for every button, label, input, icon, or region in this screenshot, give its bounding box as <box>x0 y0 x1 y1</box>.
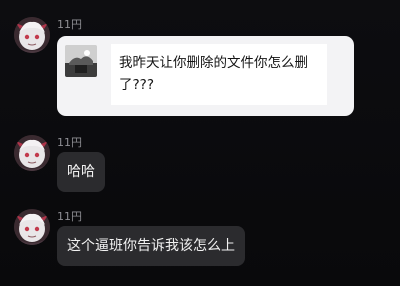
avatar[interactable] <box>14 135 50 171</box>
quote-card-content: 我昨天让你删除的文件你怎么删了??? <box>111 44 327 105</box>
message-bubble[interactable]: 哈哈 <box>57 152 105 192</box>
sender-name: 11円 <box>57 18 82 31</box>
quote-card-bubble[interactable]: 我昨天让你删除的文件你怎么删了??? <box>57 36 354 116</box>
avatar[interactable] <box>14 209 50 245</box>
message-row: 11円 我昨天让你删除的文件你怎么删了??? <box>0 0 400 125</box>
message-row: 11円 哈哈 <box>0 125 400 205</box>
message-row: 11円 这个逼班你告诉我该怎么上 <box>0 205 400 286</box>
chat-window: 11円 我昨天让你删除的文件你怎么删了??? 11円 哈哈 11円 这个逼班你告… <box>0 0 400 286</box>
message-text: 这个逼班你告诉我该怎么上 <box>67 238 235 254</box>
avatar[interactable] <box>14 17 50 53</box>
message-bubble[interactable]: 这个逼班你告诉我该怎么上 <box>57 226 245 266</box>
anime-avatar-icon <box>14 17 50 53</box>
sender-name: 11円 <box>57 136 82 149</box>
anime-avatar-icon <box>14 209 50 245</box>
anime-avatar-icon <box>14 135 50 171</box>
message-text: 哈哈 <box>67 164 95 180</box>
file-thumbnail-icon <box>65 45 97 77</box>
message-text: 我昨天让你删除的文件你怎么删了??? <box>119 55 308 93</box>
sender-name: 11円 <box>57 210 82 223</box>
